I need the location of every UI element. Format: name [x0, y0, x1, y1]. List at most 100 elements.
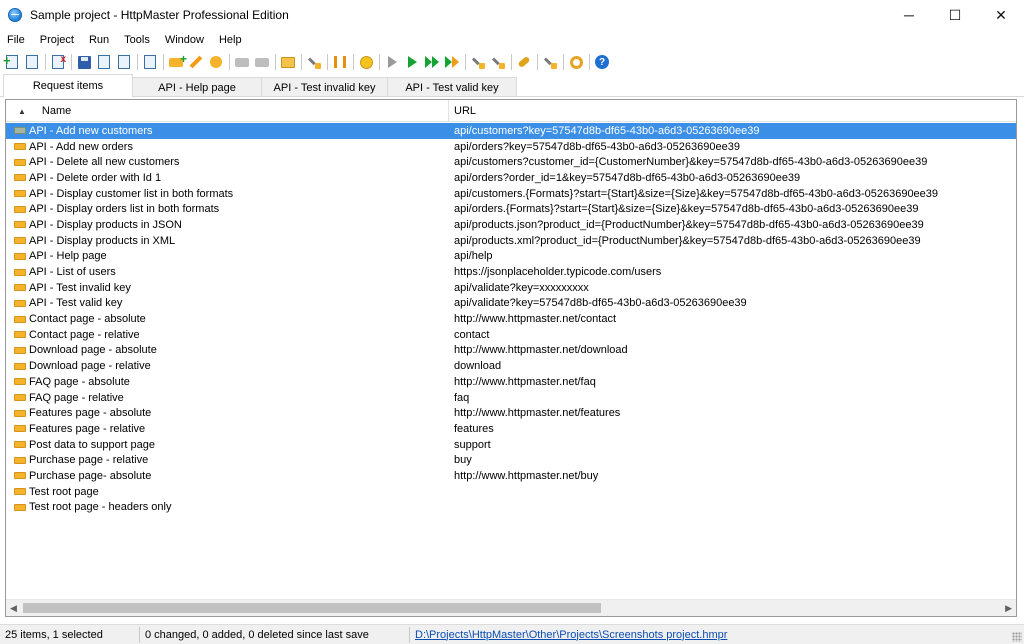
- table-row[interactable]: API - Add new customers api/customers?key…: [6, 123, 1016, 139]
- table-row[interactable]: API - List of users https://jsonplacehold…: [6, 264, 1016, 280]
- request-name-cell: Download page - relative: [6, 360, 449, 372]
- remove-tag-icon[interactable]: [207, 53, 225, 71]
- menu-project[interactable]: Project: [33, 34, 82, 46]
- table-row[interactable]: Download page - absolute http://www.httpm…: [6, 343, 1016, 359]
- request-url: api/help: [454, 250, 493, 263]
- parameters-icon[interactable]: [541, 53, 559, 71]
- sort-ascending-icon: ▲: [18, 106, 26, 116]
- table-row[interactable]: Download page - relative download: [6, 358, 1016, 374]
- title-bar: Sample project - HttpMaster Professional…: [0, 0, 1024, 30]
- menu-file[interactable]: File: [0, 34, 33, 46]
- tab-api-test-valid-key[interactable]: API - Test valid key: [387, 77, 517, 97]
- table-row[interactable]: Contact page - absolute http://www.httpma…: [6, 311, 1016, 327]
- new-item-icon[interactable]: [3, 53, 21, 71]
- tab-api-test-invalid-key[interactable]: API - Test invalid key: [261, 77, 388, 97]
- table-row[interactable]: API - Help page api/help: [6, 249, 1016, 265]
- request-url: api/orders.{Formats}?start={Start}&size=…: [454, 203, 919, 216]
- request-name: Purchase page- absolute: [29, 469, 152, 482]
- request-name-cell: Contact page - relative: [6, 329, 449, 341]
- request-name: API - Display products in XML: [29, 234, 176, 247]
- save-icon[interactable]: [75, 53, 93, 71]
- close-button[interactable]: ✕: [978, 0, 1024, 30]
- edit-tag-icon[interactable]: [187, 53, 205, 71]
- smiley-icon[interactable]: [357, 53, 375, 71]
- settings-icon[interactable]: [567, 53, 585, 71]
- request-name: API - Test valid key: [29, 297, 123, 310]
- table-row[interactable]: API - Delete order with Id 1 api/orders?o…: [6, 170, 1016, 186]
- column-header-url[interactable]: URL: [449, 100, 1016, 122]
- project-path-link[interactable]: D:\Projects\HttpMaster\Other\Projects\Sc…: [410, 627, 1024, 643]
- tag-right-icon[interactable]: [253, 53, 271, 71]
- request-name: Features page - relative: [29, 422, 146, 435]
- toolbar-separator: [379, 54, 380, 70]
- request-item-icon: [14, 394, 26, 402]
- open-folder-icon[interactable]: [279, 53, 297, 71]
- tag-left-icon[interactable]: [233, 53, 251, 71]
- table-row[interactable]: API - Display customer list in both form…: [6, 186, 1016, 202]
- export-icon[interactable]: [115, 53, 133, 71]
- request-name-cell: API - Test invalid key: [6, 282, 449, 294]
- request-url: api/products.json?product_id={ProductNum…: [454, 218, 924, 231]
- run-selected-icon[interactable]: [443, 53, 461, 71]
- request-name-cell: API - Test valid key: [6, 297, 449, 309]
- scrollbar-thumb[interactable]: [23, 603, 601, 613]
- tools-icon[interactable]: [305, 53, 323, 71]
- document-tabs: Request items API - Help page API - Test…: [0, 74, 1024, 97]
- columns-icon[interactable]: [331, 53, 349, 71]
- request-item-icon: [14, 346, 26, 354]
- save-as-icon[interactable]: [95, 53, 113, 71]
- script-icon[interactable]: [469, 53, 487, 71]
- help-icon[interactable]: ?: [593, 53, 611, 71]
- run-icon[interactable]: [403, 53, 421, 71]
- table-row[interactable]: Features page - relative features: [6, 421, 1016, 437]
- table-row[interactable]: API - Test valid key api/validate?key=575…: [6, 296, 1016, 312]
- table-row[interactable]: API - Display products in XML api/product…: [6, 233, 1016, 249]
- table-row[interactable]: FAQ page - relative faq: [6, 390, 1016, 406]
- table-row[interactable]: Purchase page - relative buy: [6, 452, 1016, 468]
- add-tag-icon[interactable]: [167, 52, 187, 71]
- menu-tools[interactable]: Tools: [117, 34, 158, 46]
- key-icon[interactable]: [515, 53, 533, 71]
- properties-icon[interactable]: [141, 53, 159, 71]
- table-row[interactable]: Test root page: [6, 484, 1016, 500]
- table-row[interactable]: API - Delete all new customers api/custom…: [6, 154, 1016, 170]
- scroll-right-icon[interactable]: ▶: [1005, 603, 1012, 614]
- request-name-cell: API - Delete order with Id 1: [6, 172, 449, 184]
- request-name-cell: API - Display orders list in both format…: [6, 203, 449, 215]
- run-all-icon[interactable]: [423, 53, 441, 71]
- script-run-icon[interactable]: [489, 53, 507, 71]
- column-header-name[interactable]: ▲ Name: [6, 100, 449, 122]
- column-header-url-label: URL: [454, 105, 477, 117]
- step-icon[interactable]: [383, 53, 401, 71]
- table-row[interactable]: Post data to support page support: [6, 437, 1016, 453]
- request-name: API - List of users: [29, 266, 116, 279]
- new-item-copy-icon[interactable]: [23, 53, 41, 71]
- table-row[interactable]: FAQ page - absolute http://www.httpmaster…: [6, 374, 1016, 390]
- horizontal-scrollbar[interactable]: ◀ ▶: [6, 599, 1016, 616]
- table-row[interactable]: Test root page - headers only: [6, 500, 1016, 516]
- table-row[interactable]: API - Add new orders api/orders?key=57547…: [6, 139, 1016, 155]
- table-row[interactable]: Purchase page- absolute http://www.httpma…: [6, 468, 1016, 484]
- table-row[interactable]: API - Display orders list in both format…: [6, 201, 1016, 217]
- menu-run[interactable]: Run: [82, 34, 117, 46]
- minimize-button[interactable]: ─: [886, 0, 932, 30]
- request-name: Test root page: [29, 485, 99, 498]
- tab-request-items[interactable]: Request items: [3, 74, 133, 97]
- toolbar-separator: [45, 54, 46, 70]
- table-row[interactable]: API - Display products in JSON api/produc…: [6, 217, 1016, 233]
- maximize-button[interactable]: ☐: [932, 0, 978, 30]
- table-row[interactable]: API - Test invalid key api/validate?key=x…: [6, 280, 1016, 296]
- menu-window[interactable]: Window: [158, 34, 212, 46]
- delete-item-icon[interactable]: [49, 53, 67, 71]
- resize-grip[interactable]: [1012, 632, 1022, 642]
- request-item-icon: [14, 205, 26, 213]
- table-row[interactable]: Features page - absolute http://www.httpm…: [6, 405, 1016, 421]
- request-name: API - Display orders list in both format…: [29, 203, 220, 216]
- toolbar: ?: [0, 51, 1024, 73]
- scroll-left-icon[interactable]: ◀: [10, 603, 17, 614]
- request-item-icon: [14, 315, 26, 323]
- tab-api-help-page[interactable]: API - Help page: [132, 77, 262, 97]
- table-row[interactable]: Contact page - relative contact: [6, 327, 1016, 343]
- menu-help[interactable]: Help: [212, 34, 250, 46]
- status-item-count: 25 items, 1 selected: [0, 626, 140, 643]
